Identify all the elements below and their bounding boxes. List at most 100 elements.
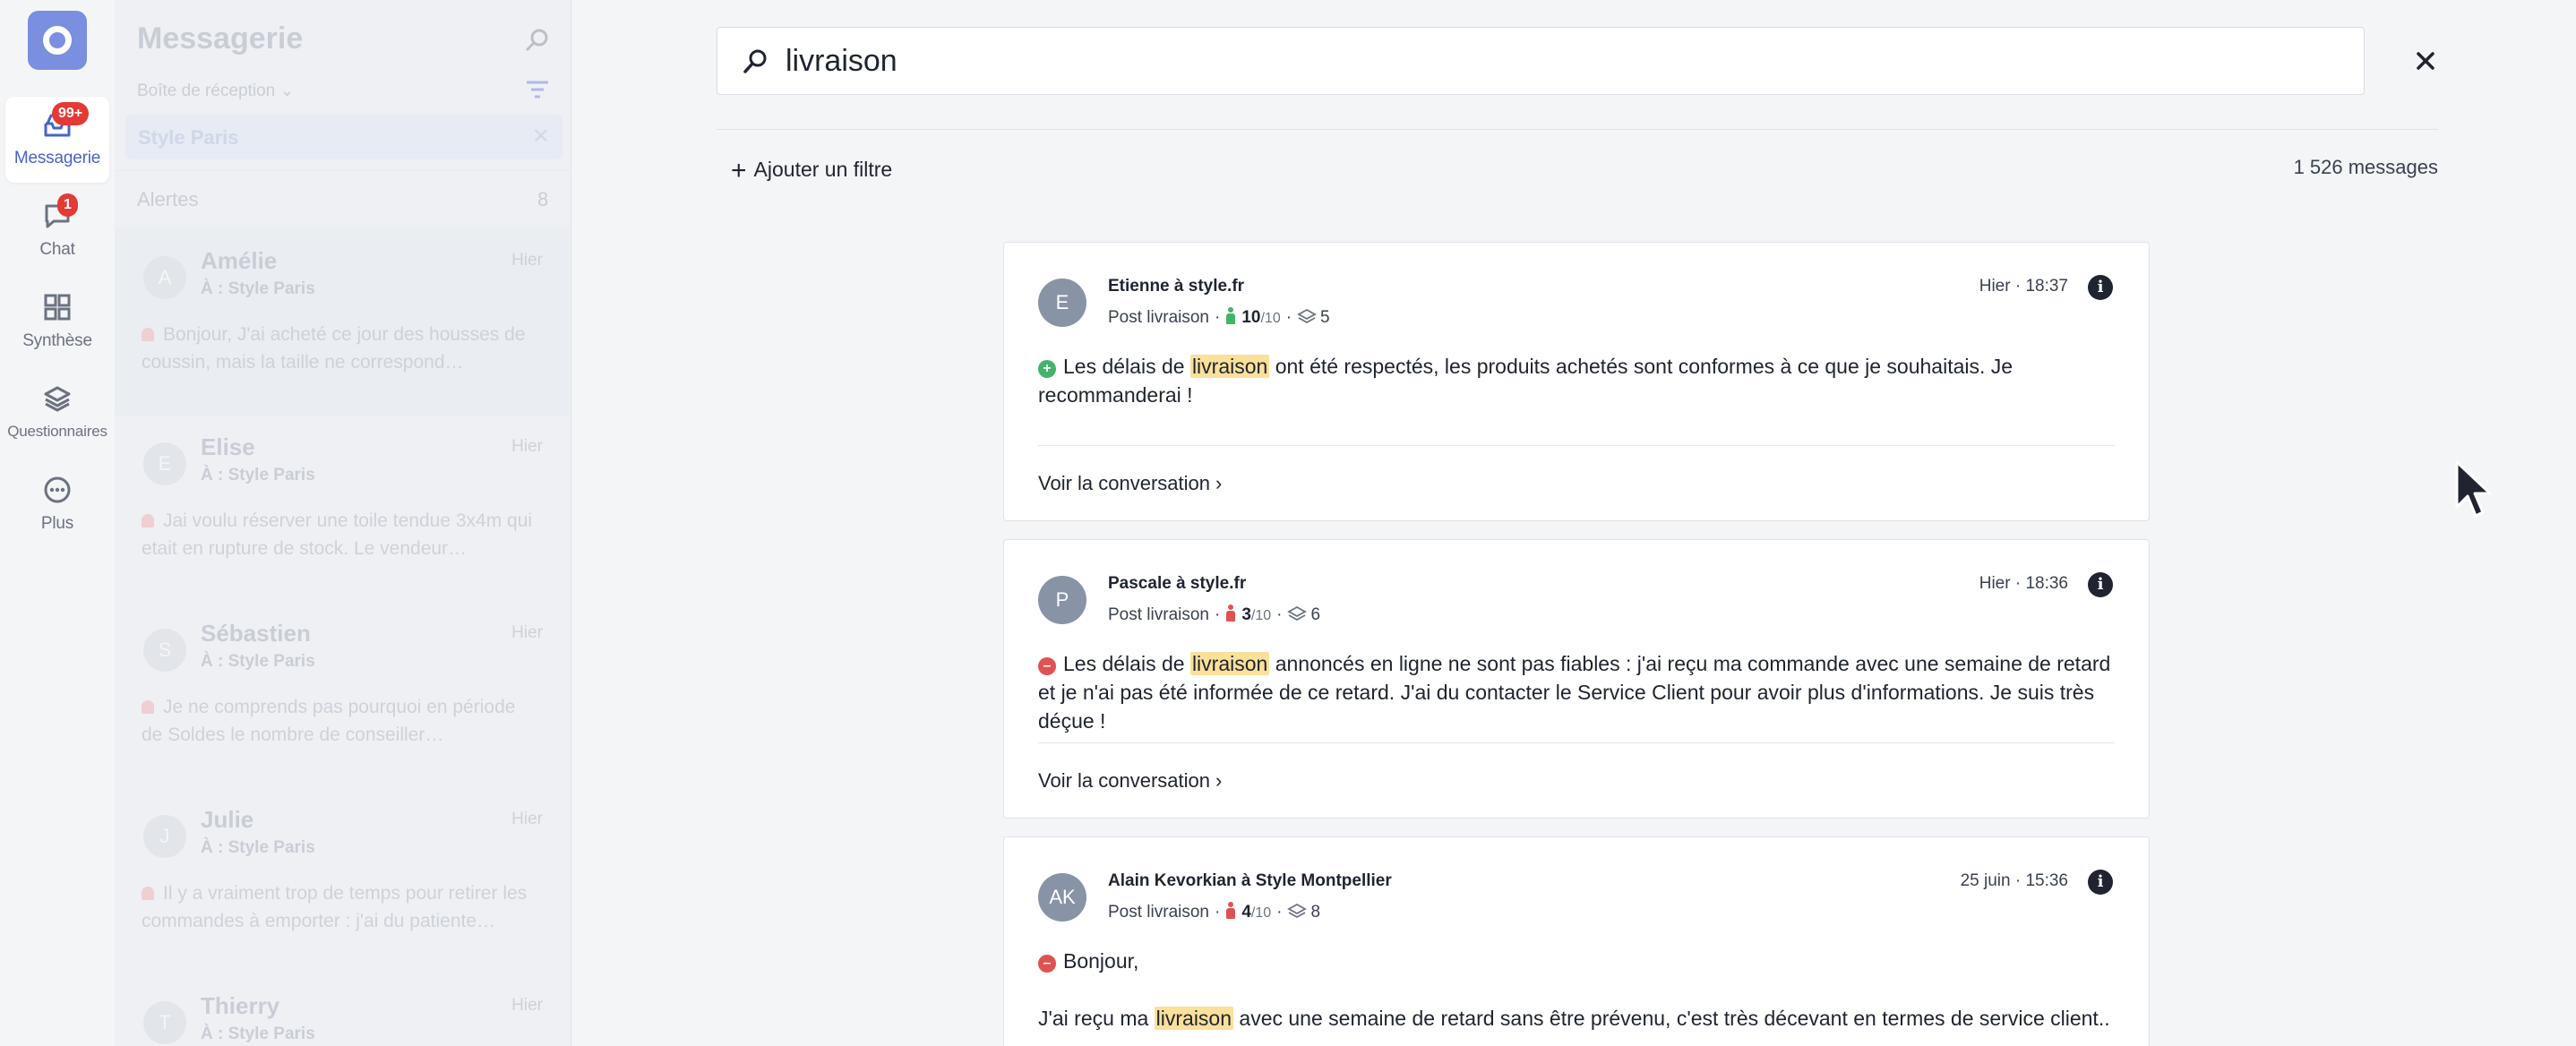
result-text: – Les délais de livraison annoncés en lig… [1038, 649, 2122, 735]
conversation-recipient: À : Style Paris [201, 652, 315, 671]
result-time: 25 juin · 15:36 [1960, 871, 2068, 890]
nav-item-messagerie[interactable]: 99+ Messagerie [5, 97, 109, 183]
add-filter-button[interactable]: + Ajouter un filtre [731, 156, 892, 186]
nav-item-synthese[interactable]: Synthèse [5, 279, 109, 365]
view-conversation-link[interactable]: Voir la conversation › [1038, 472, 1222, 495]
conversation-name: Elise [201, 433, 255, 460]
conversation-time: Hier [511, 810, 543, 828]
result-source: Post livraison [1108, 903, 1209, 922]
nav-label-synthese: Synthèse [22, 331, 92, 350]
view-conversation-label: Voir la conversation [1038, 472, 1210, 494]
conversation-name: Sébastien [201, 620, 311, 647]
result-text: + Les délais de livraison ont été respect… [1038, 352, 2122, 409]
result-text-part: avec une semaine de retard sans être pré… [1233, 1007, 2110, 1030]
inbox-dropdown[interactable]: Boîte de réception ⌄ [137, 81, 294, 101]
conversation-time: Hier [511, 623, 543, 642]
result-greeting: – Bonjour, [1038, 947, 2122, 975]
search-highlight: livraison [1189, 652, 1270, 675]
filter-chip-label: Style Paris [138, 126, 239, 149]
more-icon [44, 476, 71, 503]
result-layers-count: 6 [1310, 605, 1321, 624]
info-icon[interactable]: i [2088, 275, 2113, 300]
view-conversation-link[interactable]: Voir la conversation › [1038, 769, 1222, 793]
negative-sentiment-icon: – [1038, 657, 1056, 675]
mouse-cursor-icon [2455, 460, 2492, 518]
result-card: AK Alain Kevorkian à Style Montpellier P… [1003, 836, 2150, 1046]
info-icon[interactable]: i [2088, 870, 2113, 895]
divider [717, 129, 2438, 130]
alerts-label[interactable]: Alertes [137, 188, 198, 211]
conversation-preview: Il y a vraiment trop de temps pour retir… [142, 879, 536, 935]
result-meta: Post livraison · 4/10 · 8 [1108, 902, 1321, 922]
person-icon [1225, 902, 1236, 920]
positive-sentiment-icon: + [1038, 360, 1056, 378]
result-author[interactable]: Alain Kevorkian à Style Montpellier [1108, 871, 1392, 891]
close-icon[interactable]: ✕ [532, 124, 550, 150]
conversation-recipient: À : Style Paris [201, 1025, 315, 1043]
conversation-preview: Bonjour, J'ai acheté ce jour des housses… [142, 321, 536, 376]
result-score: 4 [1241, 903, 1251, 922]
message-count: 1 526 messages [2293, 156, 2438, 178]
conversation-name: Thierry [201, 992, 280, 1019]
divider [1038, 742, 2115, 743]
chevron-right-icon: › [1215, 472, 1223, 494]
conversation-time: Hier [511, 437, 543, 456]
result-score: 3 [1241, 605, 1251, 624]
divider [115, 227, 571, 228]
layers-icon [1287, 605, 1308, 622]
filter-chip[interactable]: Style Paris ✕ [125, 115, 562, 159]
result-layers-count: 8 [1310, 903, 1321, 922]
info-icon[interactable]: i [2088, 572, 2113, 597]
logo-icon [43, 26, 72, 55]
bell-icon [142, 328, 154, 341]
bell-icon [142, 887, 154, 900]
result-text-part: Les délais de [1063, 652, 1190, 675]
person-icon [1225, 307, 1236, 325]
result-source: Post livraison [1108, 605, 1209, 624]
bell-icon [142, 700, 154, 714]
search-view: + Ajouter un filtre 1 526 messages E Etie… [571, 0, 2576, 1046]
filter-icon[interactable] [525, 79, 550, 100]
avatar: T [143, 1001, 186, 1044]
result-score-denominator: /10 [1260, 311, 1281, 326]
search-box[interactable] [717, 27, 2365, 95]
person-icon [1225, 604, 1236, 622]
conversation-recipient: À : Style Paris [201, 838, 315, 857]
preview-text: Il y a vraiment trop de temps pour retir… [142, 883, 528, 931]
conversation-name: Amélie [201, 247, 278, 274]
nav-item-chat[interactable]: 1 Chat [5, 188, 109, 274]
conversation-name: Julie [201, 806, 254, 833]
layers-icon [1297, 308, 1317, 324]
result-score: 10 [1241, 308, 1261, 327]
conversation-item[interactable]: T Thierry Hier À : Style Paris [115, 974, 570, 1046]
conversation-recipient: À : Style Paris [201, 466, 315, 484]
result-author[interactable]: Etienne à style.fr [1108, 277, 1244, 296]
negative-sentiment-icon: – [1038, 955, 1056, 973]
result-layers-count: 5 [1320, 308, 1330, 327]
conversation-item[interactable]: E Elise Hier À : Style Paris Jai voulu r… [115, 416, 570, 602]
avatar: A [143, 256, 186, 299]
search-input[interactable] [786, 39, 2308, 83]
result-author[interactable]: Pascale à style.fr [1108, 574, 1246, 594]
result-card: P Pascale à style.fr Post livraison · 3/10… [1003, 539, 2150, 819]
view-conversation-label: Voir la conversation [1038, 769, 1210, 792]
preview-text: Je ne comprends pas pourquoi en période … [142, 697, 516, 745]
nav-item-plus[interactable]: Plus [5, 462, 109, 548]
result-time: Hier · 18:37 [1979, 277, 2068, 296]
conversation-item[interactable]: A Amélie Hier À : Style Paris Bonjour, J… [115, 229, 570, 416]
preview-text: Jai voulu réserver une toile tendue 3x4m… [142, 510, 533, 559]
conversation-item[interactable]: S Sébastien Hier À : Style Paris Je ne c… [115, 602, 570, 788]
messagerie-badge: 99+ [52, 102, 90, 125]
app-logo[interactable] [28, 11, 87, 70]
alerts-count: 8 [537, 188, 549, 210]
bell-icon [142, 514, 154, 527]
conversation-item[interactable]: J Julie Hier À : Style Paris Il y a vrai… [115, 788, 570, 974]
nav-item-questionnaires[interactable]: Questionnaires [5, 371, 109, 457]
grid-icon [44, 294, 71, 321]
search-icon[interactable] [523, 27, 550, 54]
preview-text: Bonjour, J'ai acheté ce jour des housses… [142, 324, 526, 373]
chat-badge: 1 [57, 193, 78, 217]
messagerie-panel: Messagerie Boîte de réception ⌄ Style Pa… [115, 0, 571, 1046]
close-search-icon[interactable] [2409, 45, 2442, 77]
conversation-time: Hier [511, 251, 543, 270]
